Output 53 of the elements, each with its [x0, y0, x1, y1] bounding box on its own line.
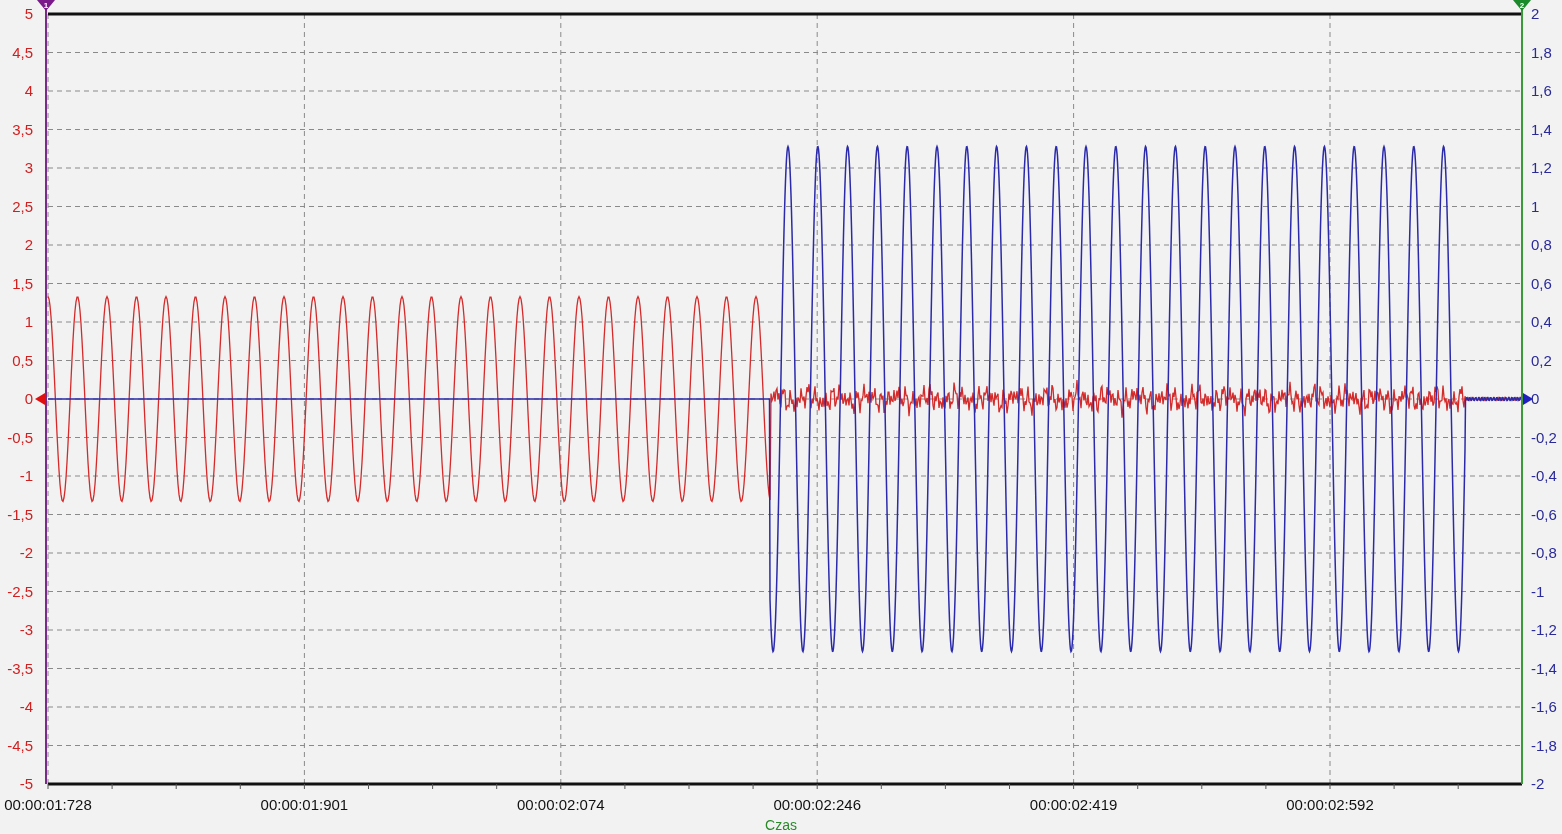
axis-label: -1,2: [1531, 621, 1557, 638]
axis-label: -1,8: [1531, 736, 1557, 754]
axis-label: 00:00:02:246: [773, 796, 861, 813]
channel-marker[interactable]: 2: [1513, 0, 1531, 11]
axis-label: -1,4: [1531, 659, 1557, 677]
axis-label: -1: [1531, 582, 1545, 600]
axis-label: -1,6: [1531, 698, 1557, 715]
axis-label: 1,5: [12, 274, 33, 292]
axis-label: -4,5: [7, 736, 33, 754]
axis-label: 5: [24, 5, 33, 22]
axis-label: 0,8: [1531, 236, 1552, 253]
axis-label: 1,6: [1531, 82, 1552, 99]
axis-label: 4,5: [12, 43, 33, 61]
axis-label: 3: [24, 159, 33, 176]
axis-label: -0,6: [1531, 505, 1557, 523]
axis-label: -2: [19, 544, 33, 561]
axis-label: -5: [19, 775, 33, 792]
axis-label: -0,4: [1531, 467, 1557, 484]
axis-label: 1: [1531, 197, 1540, 215]
axis-label: -1,5: [7, 505, 33, 523]
axis-label: 0,5: [12, 351, 33, 369]
axis-label: 1: [24, 313, 33, 330]
axis-label: -3: [19, 621, 33, 638]
axis-label: 00:00:02:592: [1286, 796, 1374, 813]
axis-label: -2: [1531, 775, 1545, 792]
zero-marker-icon: [35, 393, 45, 405]
axis-label: -0,5: [7, 428, 33, 446]
axis-label: -0,8: [1531, 544, 1557, 561]
axis-label: -3,5: [7, 659, 33, 677]
axis-label: -4: [19, 698, 33, 715]
axis-label: 00:00:02:074: [517, 796, 605, 813]
axis-label: 4: [24, 82, 33, 99]
axis-label: -0,2: [1531, 428, 1557, 446]
axis-label: 00:00:01:728: [4, 796, 92, 813]
axis-label: 1,4: [1531, 120, 1552, 138]
axis-label: 2: [24, 236, 33, 253]
zero-marker-icon: [1523, 393, 1533, 405]
axis-label: 1,2: [1531, 159, 1552, 176]
axis-label: 0,2: [1531, 351, 1552, 369]
axis-label: -2,5: [7, 582, 33, 600]
axis-label: 3,5: [12, 120, 33, 138]
axis-label: 1,8: [1531, 43, 1552, 61]
axis-title: Czas: [765, 817, 797, 833]
axis-label: 00:00:01:901: [260, 796, 349, 813]
axis-label: 2: [1531, 5, 1540, 22]
axis-label: 0: [24, 390, 33, 407]
axis-label: 0,6: [1531, 274, 1552, 292]
axis-label: 2,5: [12, 197, 33, 215]
axis-label: -1: [19, 467, 33, 484]
axis-label: 00:00:02:419: [1029, 796, 1118, 813]
axis-label: 0: [1531, 390, 1540, 407]
axis-label: 0,4: [1531, 313, 1552, 330]
channel-marker[interactable]: 1: [37, 0, 55, 11]
